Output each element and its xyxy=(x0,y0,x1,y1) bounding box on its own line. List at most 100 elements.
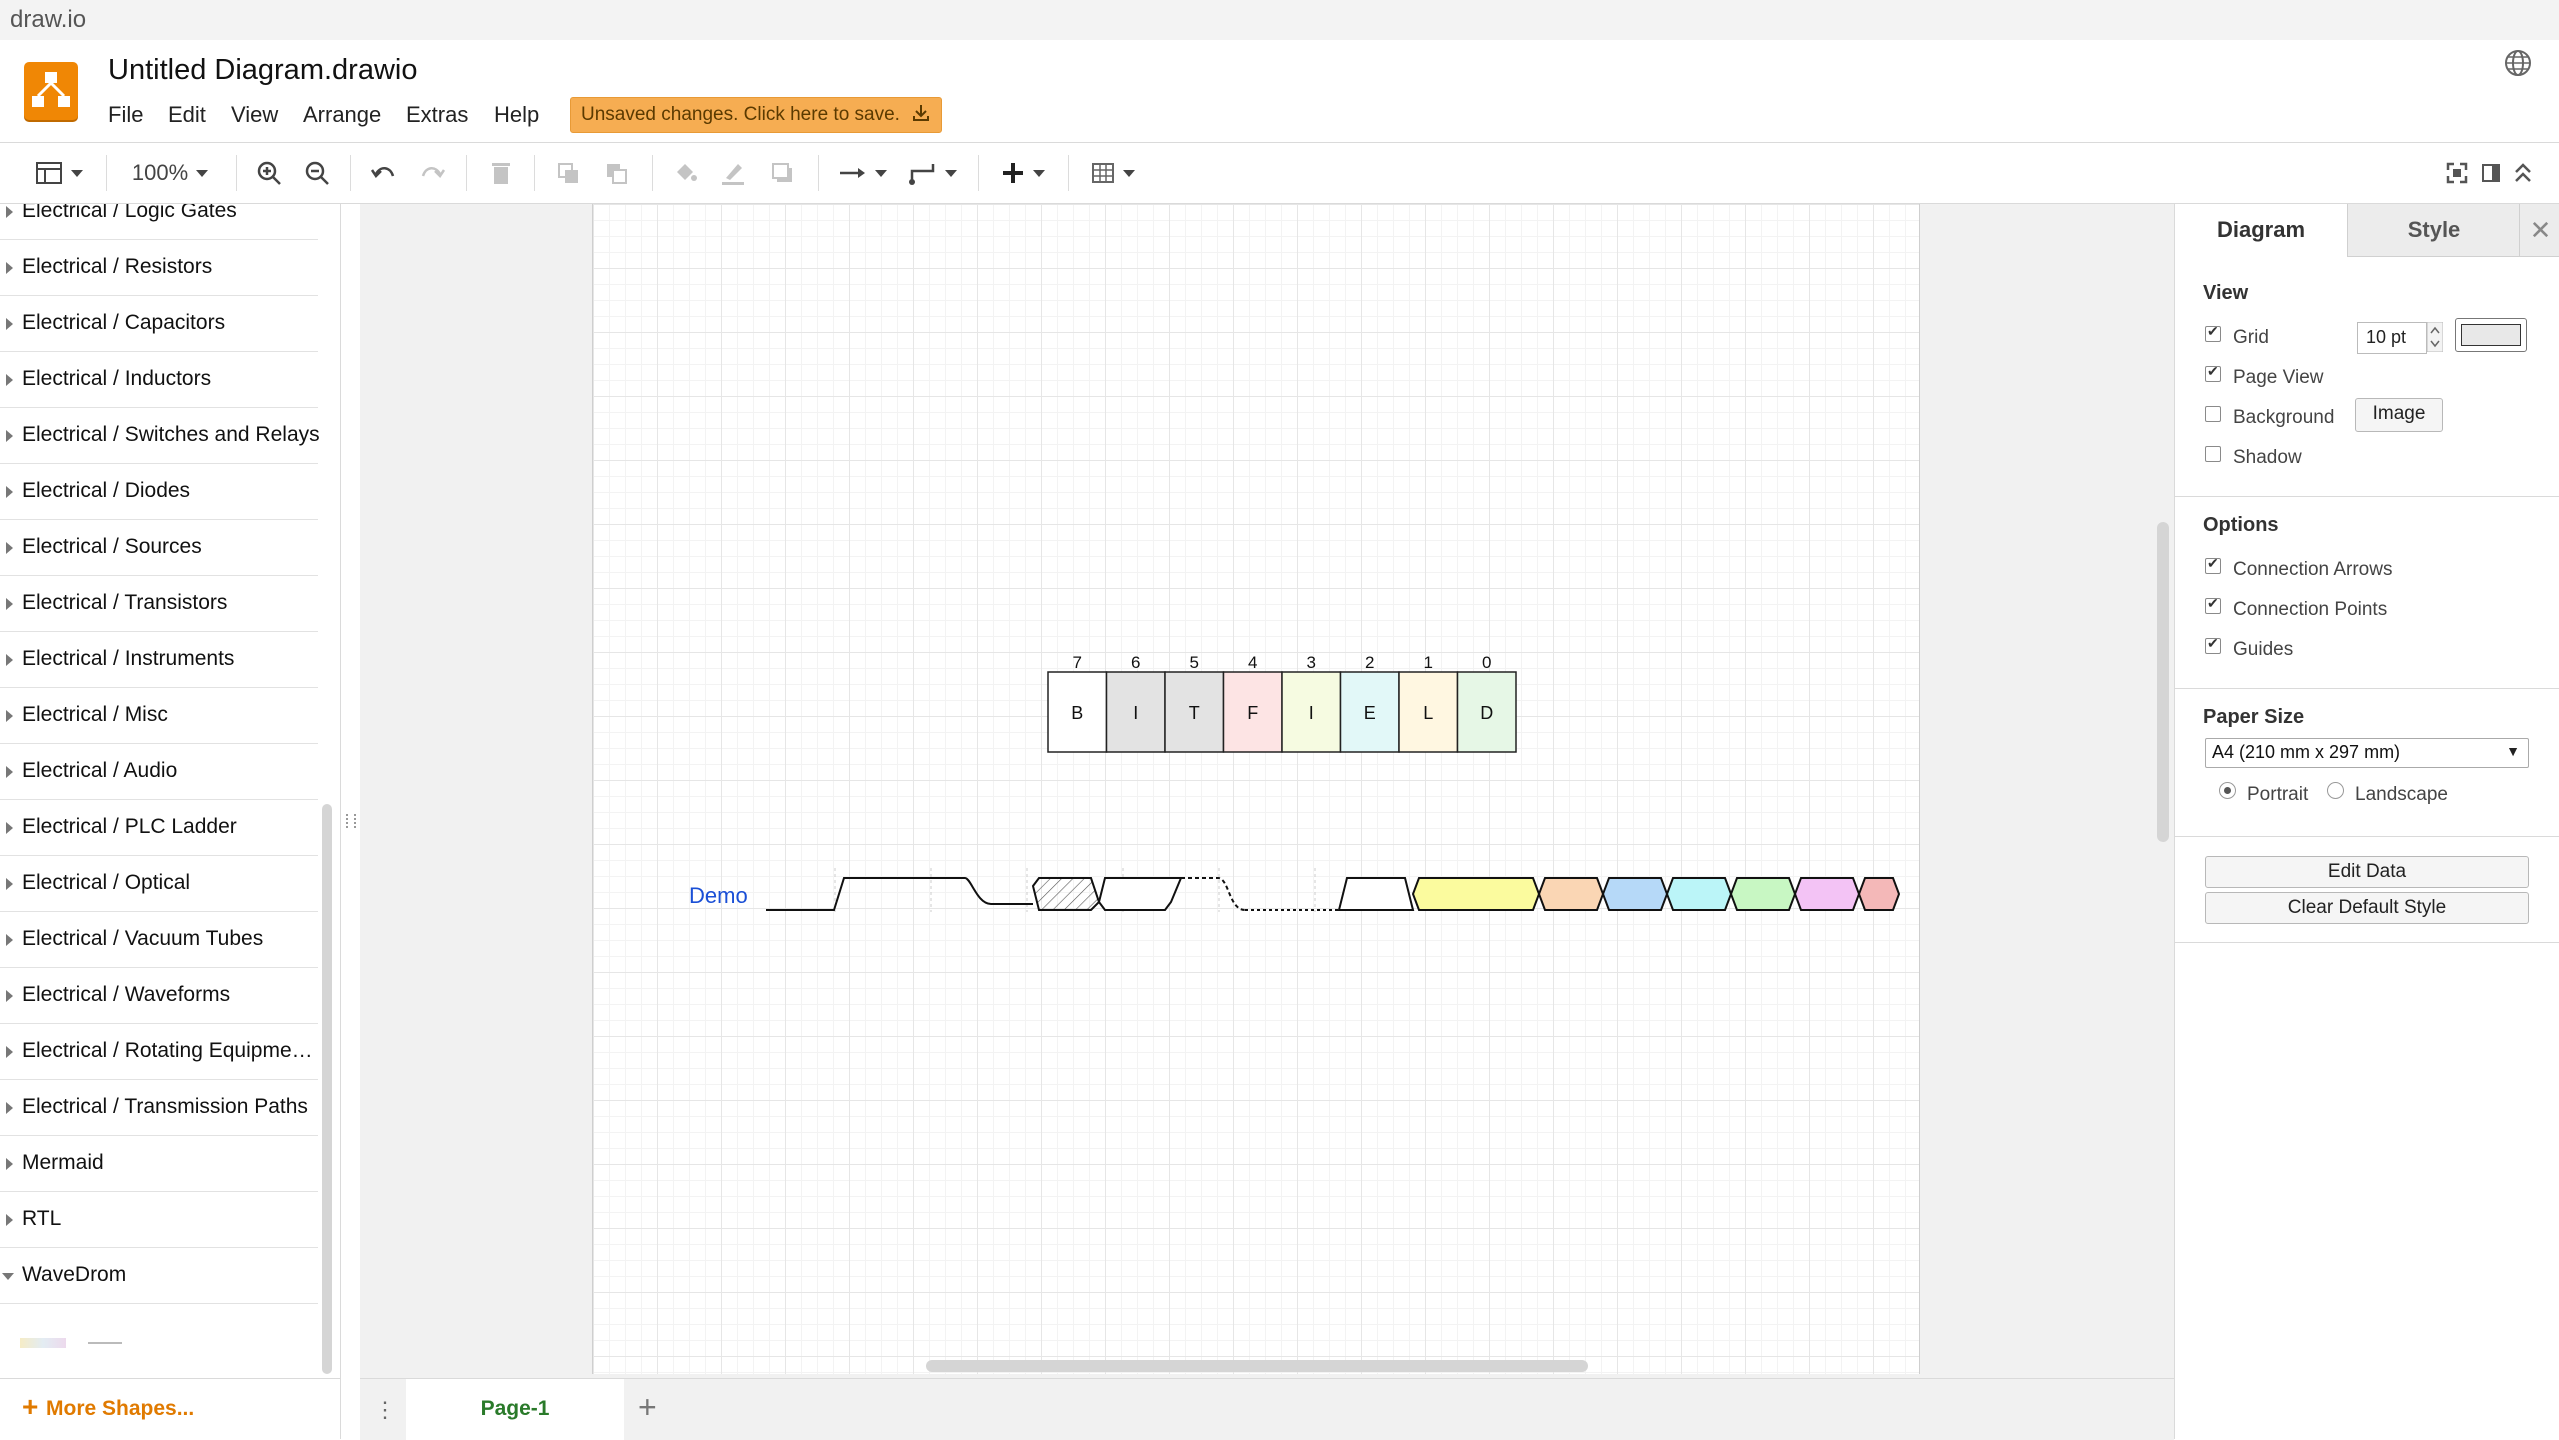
sidebar-library-item[interactable]: Electrical / Capacitors xyxy=(0,296,318,352)
wave-data-segment[interactable] xyxy=(1857,877,1901,911)
to-front-icon[interactable] xyxy=(552,157,586,189)
sidebar-library-item[interactable]: Electrical / Vacuum Tubes xyxy=(0,912,318,968)
wavedrom-shape-thumbnail-2[interactable] xyxy=(88,1342,122,1344)
bitfield-cell-label[interactable]: D xyxy=(1480,703,1493,723)
wave-data-segment[interactable] xyxy=(1729,877,1797,911)
sidebar-library-item[interactable]: Electrical / Logic Gates xyxy=(0,204,318,240)
background-checkbox[interactable] xyxy=(2205,406,2221,422)
bitfield-cell-label[interactable]: B xyxy=(1071,703,1083,723)
diagram-drawing[interactable]: B 7 I 6 T 5 F 4 I 3 E 2 L 1 D 0 Demo xyxy=(593,204,1919,1374)
to-back-icon[interactable] xyxy=(600,157,634,189)
wavedrom-shape-thumbnail[interactable] xyxy=(20,1338,66,1348)
tab-diagram[interactable]: Diagram xyxy=(2175,204,2347,256)
page-view-checkbox[interactable] xyxy=(2205,363,2221,382)
bitfield-bit-index[interactable]: 6 xyxy=(1131,653,1140,672)
bitfield-cell-label[interactable]: I xyxy=(1133,703,1138,723)
sidebar-library-item[interactable]: Mermaid xyxy=(0,1136,318,1192)
bitfield-cell-label[interactable]: I xyxy=(1309,703,1314,723)
grid-checkbox[interactable] xyxy=(2205,323,2221,342)
add-page-plus-icon[interactable]: + xyxy=(638,1389,657,1426)
sidebar-library-item[interactable]: Electrical / PLC Ladder xyxy=(0,800,318,856)
menu-arrange[interactable]: Arrange xyxy=(303,102,381,128)
portrait-radio[interactable] xyxy=(2219,782,2236,799)
wave-falling-edge[interactable] xyxy=(1181,877,1246,911)
wave-data-segment[interactable] xyxy=(1411,877,1541,911)
format-panel-toggle-button[interactable] xyxy=(30,157,88,189)
sidebar-library-item[interactable]: Electrical / Rotating Equipme… xyxy=(0,1024,318,1080)
line-color-icon[interactable] xyxy=(716,157,750,189)
sidebar-library-item[interactable]: Electrical / Instruments xyxy=(0,632,318,688)
sidebar-library-item[interactable]: Electrical / Waveforms xyxy=(0,968,318,1024)
clear-default-style-button[interactable]: Clear Default Style xyxy=(2205,892,2529,924)
landscape-radio[interactable] xyxy=(2327,782,2344,799)
bitfield-bit-index[interactable]: 5 xyxy=(1190,653,1199,672)
fullscreen-icon[interactable] xyxy=(2442,157,2472,189)
menu-help[interactable]: Help xyxy=(494,102,539,128)
wave-data-segment[interactable] xyxy=(1337,877,1415,911)
zoom-in-icon[interactable] xyxy=(252,157,286,189)
bitfield-bit-index[interactable]: 3 xyxy=(1307,653,1316,672)
toggle-format-panel-icon[interactable] xyxy=(2478,157,2504,189)
sidebar-library-item[interactable]: Electrical / Misc xyxy=(0,688,318,744)
sidebar-library-item[interactable]: Electrical / Transistors xyxy=(0,576,318,632)
sidebar-library-item[interactable]: Electrical / Resistors xyxy=(0,240,318,296)
fill-color-icon[interactable] xyxy=(668,157,702,189)
more-shapes-button[interactable]: + More Shapes... xyxy=(0,1378,340,1439)
unsaved-changes-button[interactable]: Unsaved changes. Click here to save. xyxy=(570,97,943,133)
bitfield-cell-label[interactable]: L xyxy=(1423,703,1433,723)
sidebar-library-item[interactable]: Electrical / Inductors xyxy=(0,352,318,408)
bitfield-cell-label[interactable]: T xyxy=(1189,703,1200,723)
grid-color-button[interactable] xyxy=(2455,318,2527,352)
guides-checkbox[interactable] xyxy=(2205,635,2221,654)
close-panel-icon[interactable]: ✕ xyxy=(2519,204,2559,257)
connection-points-checkbox[interactable] xyxy=(2205,595,2221,614)
delete-icon[interactable] xyxy=(484,157,518,189)
menu-file[interactable]: File xyxy=(108,102,143,128)
sidebar-library-item[interactable]: Electrical / Transmission Paths xyxy=(0,1080,318,1136)
connection-style-dropdown[interactable] xyxy=(834,157,892,189)
language-globe-icon[interactable] xyxy=(2503,48,2533,78)
diagram-canvas[interactable]: B 7 I 6 T 5 F 4 I 3 E 2 L 1 D 0 Demo xyxy=(360,204,2174,1378)
wave-signal-trace[interactable] xyxy=(766,877,1033,911)
bitfield-bit-index[interactable]: 2 xyxy=(1365,653,1374,672)
wave-data-segment[interactable] xyxy=(1537,877,1605,911)
shadow-checkbox[interactable] xyxy=(2205,446,2221,462)
bitfield-bit-index[interactable]: 7 xyxy=(1073,653,1082,672)
wave-data-segment[interactable] xyxy=(1665,877,1733,911)
bitfield-bit-index[interactable]: 0 xyxy=(1482,653,1491,672)
tab-style[interactable]: Style xyxy=(2347,204,2520,257)
background-image-button[interactable]: Image xyxy=(2355,398,2443,432)
drawio-logo-icon[interactable] xyxy=(24,62,78,120)
horizontal-scrollbar[interactable] xyxy=(926,1360,1588,1372)
bitfield-bit-index[interactable]: 4 xyxy=(1248,653,1257,672)
edit-data-button[interactable]: Edit Data xyxy=(2205,856,2529,888)
page-menu-dots-icon[interactable]: ⋮ xyxy=(374,1397,396,1423)
undo-icon[interactable] xyxy=(366,157,400,189)
vertical-scrollbar[interactable] xyxy=(2157,522,2169,842)
bitfield-cell-label[interactable]: E xyxy=(1364,703,1376,723)
sidebar-library-item[interactable]: Electrical / Audio xyxy=(0,744,318,800)
sidebar-scrollbar[interactable] xyxy=(322,804,332,1374)
grid-size-stepper[interactable] xyxy=(2426,321,2444,353)
waypoints-dropdown[interactable] xyxy=(904,157,962,189)
bitfield-cell-label[interactable]: F xyxy=(1247,703,1258,723)
zoom-dropdown[interactable]: 100% xyxy=(124,157,216,189)
shadow-icon[interactable] xyxy=(766,157,800,189)
menu-edit[interactable]: Edit xyxy=(168,102,206,128)
wave-hatched-segment[interactable] xyxy=(1031,877,1101,911)
sidebar-library-item[interactable]: Electrical / Sources xyxy=(0,520,318,576)
grid-size-input[interactable]: 10 pt xyxy=(2357,322,2427,354)
menu-view[interactable]: View xyxy=(231,102,278,128)
document-title[interactable]: Untitled Diagram.drawio xyxy=(108,54,417,87)
wave-data-segment[interactable] xyxy=(1793,877,1861,911)
bitfield-bit-index[interactable]: 1 xyxy=(1424,653,1433,672)
collapse-chevron-up-icon[interactable] xyxy=(2510,157,2536,189)
menu-extras[interactable]: Extras xyxy=(406,102,468,128)
insert-dropdown[interactable] xyxy=(994,157,1052,189)
wave-data-segment[interactable] xyxy=(1601,877,1669,911)
tab-page-1[interactable]: Page-1 xyxy=(406,1379,624,1440)
paper-size-select[interactable]: A4 (210 mm x 297 mm) ▼ xyxy=(2205,738,2529,768)
diagram-page[interactable]: B 7 I 6 T 5 F 4 I 3 E 2 L 1 D 0 Demo xyxy=(592,204,1920,1374)
zoom-out-icon[interactable] xyxy=(300,157,334,189)
wave-data-segment[interactable] xyxy=(1097,877,1183,911)
